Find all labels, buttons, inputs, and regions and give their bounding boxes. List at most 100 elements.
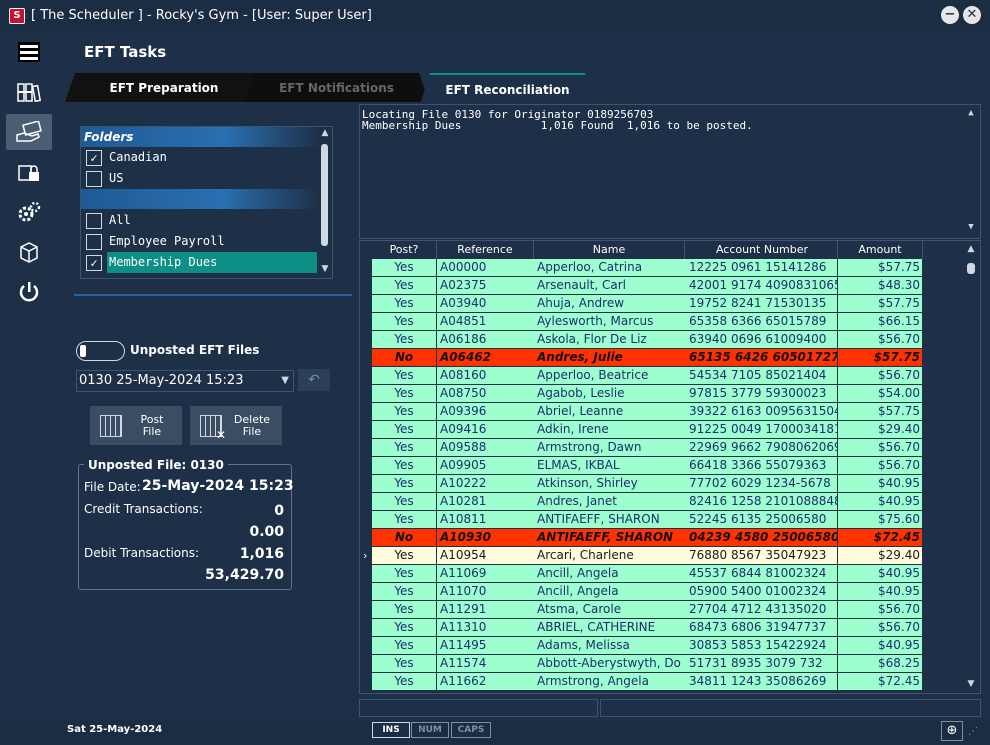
table-row[interactable]: Yes A11495 Adams, Melissa 30853 5853 154229… (360, 637, 960, 655)
cell-name[interactable]: Ancill, Angela (534, 583, 688, 601)
cell-post[interactable]: Yes (372, 277, 437, 295)
grid-scrollbar[interactable]: ▲ ▼ (964, 241, 978, 691)
cell-ref[interactable]: A04851 (437, 313, 537, 331)
lock-file-icon[interactable] (6, 154, 52, 190)
cell-post[interactable]: Yes (372, 583, 437, 601)
cell-name[interactable]: Arcari, Charlene (534, 547, 688, 565)
cell-post[interactable]: Yes (372, 403, 437, 421)
power-icon[interactable] (6, 274, 52, 310)
cell-name[interactable]: Andres, Janet (534, 493, 688, 511)
cell-acct[interactable]: 82416 1258 2101088848 (687, 493, 838, 511)
scroll-down-icon[interactable]: ▼ (964, 679, 978, 689)
scroll-down-icon[interactable]: ▼ (964, 222, 978, 232)
cell-name[interactable]: Ahuja, Andrew (534, 295, 688, 313)
delete-file-button[interactable]: ✕ Delete File (190, 406, 282, 445)
cell-amt[interactable]: $29.40 (838, 421, 923, 439)
globe-icon[interactable]: ⊕ (941, 721, 963, 741)
folder-checkbox[interactable]: ✓ (86, 150, 102, 166)
cell-amt[interactable]: $40.95 (838, 583, 923, 601)
cell-amt[interactable]: $56.70 (838, 439, 923, 457)
cell-acct[interactable]: 91225 0049 1700034181 (687, 421, 838, 439)
cell-ref[interactable]: A11662 (437, 673, 537, 691)
folder-item-all[interactable]: All (81, 210, 318, 231)
scroll-thumb[interactable] (967, 263, 975, 274)
cell-acct[interactable]: 45537 6844 81002324 (687, 565, 838, 583)
cell-ref[interactable]: A11069 (437, 565, 537, 583)
cell-amt[interactable]: $57.75 (838, 259, 923, 277)
folder-checkbox[interactable] (86, 213, 102, 229)
tab-eft-reconciliation[interactable]: EFT Reconciliation (420, 73, 595, 104)
cell-post[interactable]: Yes (372, 565, 437, 583)
cell-ref[interactable]: A00000 (437, 259, 537, 277)
cell-post[interactable]: Yes (372, 385, 437, 403)
cell-name[interactable]: Armstrong, Angela (534, 673, 688, 691)
cell-amt[interactable]: $56.70 (838, 457, 923, 475)
cell-acct[interactable]: 76880 8567 35047923 (687, 547, 838, 565)
cell-ref[interactable]: A11310 (437, 619, 537, 637)
log-output[interactable]: Locating File 0130 for Originator 018925… (359, 104, 981, 239)
post-file-button[interactable]: Post File (90, 406, 182, 445)
folder-checkbox[interactable] (86, 234, 102, 250)
cell-amt[interactable]: $40.95 (838, 565, 923, 583)
cell-name[interactable]: Ancill, Angela (534, 565, 688, 583)
file-select[interactable]: 0130 25-May-2024 15:23 ▼ (76, 370, 294, 392)
cell-amt[interactable]: $72.45 (838, 673, 923, 691)
cell-acct[interactable]: 54534 7105 85021404 (687, 367, 838, 385)
cell-ref[interactable]: A11291 (437, 601, 537, 619)
cell-ref[interactable]: A02375 (437, 277, 537, 295)
folder-checkbox[interactable] (86, 171, 102, 187)
cell-acct[interactable]: 05900 5400 01002324 (687, 583, 838, 601)
cell-acct[interactable]: 51731 8935 3079 732 (687, 655, 838, 673)
column-header-reference[interactable]: Reference Number (437, 241, 534, 274)
folder-item-employee-payroll[interactable]: Employee Payroll (81, 231, 318, 252)
table-row[interactable]: Yes A11291 Atsma, Carole 27704 4712 4313502… (360, 601, 960, 619)
menu-icon[interactable] (6, 34, 52, 70)
cell-acct[interactable]: 22969 9662 7908062069 (687, 439, 838, 457)
table-row[interactable]: › Yes A10954 Arcari, Charlene 76880 8567 350… (360, 547, 960, 565)
cell-post[interactable]: Yes (372, 655, 437, 673)
table-row[interactable]: Yes A11069 Ancill, Angela 45537 6844 810023… (360, 565, 960, 583)
cell-amt[interactable]: $66.15 (838, 313, 923, 331)
cell-ref[interactable]: A11574 (437, 655, 537, 673)
folder-item-canadian[interactable]: ✓ Canadian (81, 147, 318, 168)
cell-acct[interactable]: 12225 0961 15141286 (687, 259, 838, 277)
cell-amt[interactable]: $56.70 (838, 619, 923, 637)
column-header-account[interactable]: Account Number (687, 241, 838, 259)
scroll-down-icon[interactable]: ▼ (318, 264, 332, 274)
scroll-up-icon[interactable]: ▲ (318, 128, 332, 138)
table-row[interactable]: No A06462 Andres, Julie 65135 6426 60501727… (360, 349, 960, 367)
cell-post[interactable]: Yes (372, 619, 437, 637)
cell-name[interactable]: Abbott-Aberystwyth, Do (534, 655, 688, 673)
package-icon[interactable] (6, 234, 52, 270)
cell-post[interactable]: Yes (372, 475, 437, 493)
cell-post[interactable]: Yes (372, 457, 437, 475)
scroll-up-icon[interactable]: ▲ (964, 108, 978, 118)
cell-ref[interactable]: A06186 (437, 331, 537, 349)
undo-button[interactable]: ↶ (298, 369, 330, 391)
cell-acct[interactable]: 65135 6426 60501727 (687, 349, 838, 367)
tab-eft-preparation[interactable]: EFT Preparation (65, 73, 263, 102)
cell-amt[interactable]: $68.25 (838, 655, 923, 673)
cell-acct[interactable]: 30853 5853 15422924 (687, 637, 838, 655)
cell-acct[interactable]: 19752 8241 71530135 (687, 295, 838, 313)
folder-item-us[interactable]: US (81, 168, 318, 189)
cell-post[interactable]: Yes (372, 439, 437, 457)
cell-ref[interactable]: A08750 (437, 385, 537, 403)
cell-ref[interactable]: A11495 (437, 637, 537, 655)
cell-ref[interactable]: A11070 (437, 583, 537, 601)
folder-checkbox[interactable]: ✓ (86, 255, 102, 271)
table-row[interactable]: No A10930 ANTIFAEFF, SHARON 04239 4580 2500… (360, 529, 960, 547)
column-header-name[interactable]: Name (534, 241, 685, 259)
cell-amt[interactable]: $57.75 (838, 403, 923, 421)
cell-amt[interactable]: $57.75 (838, 295, 923, 313)
table-row[interactable]: Yes A08750 Agabob, Leslie 97815 3779 593000… (360, 385, 960, 403)
cell-name[interactable]: ELMAS, IKBAL (534, 457, 688, 475)
cell-ref[interactable]: A10811 (437, 511, 537, 529)
cell-ref[interactable]: A06462 (437, 349, 537, 367)
table-row[interactable]: Yes A04851 Aylesworth, Marcus 65358 6366 65… (360, 313, 960, 331)
cell-name[interactable]: Atsma, Carole (534, 601, 688, 619)
cell-amt[interactable]: $40.95 (838, 475, 923, 493)
cell-name[interactable]: Arsenault, Carl (534, 277, 688, 295)
tab-eft-notifications[interactable]: EFT Notifications (244, 73, 429, 102)
column-header-amount[interactable]: Amount (838, 241, 923, 259)
